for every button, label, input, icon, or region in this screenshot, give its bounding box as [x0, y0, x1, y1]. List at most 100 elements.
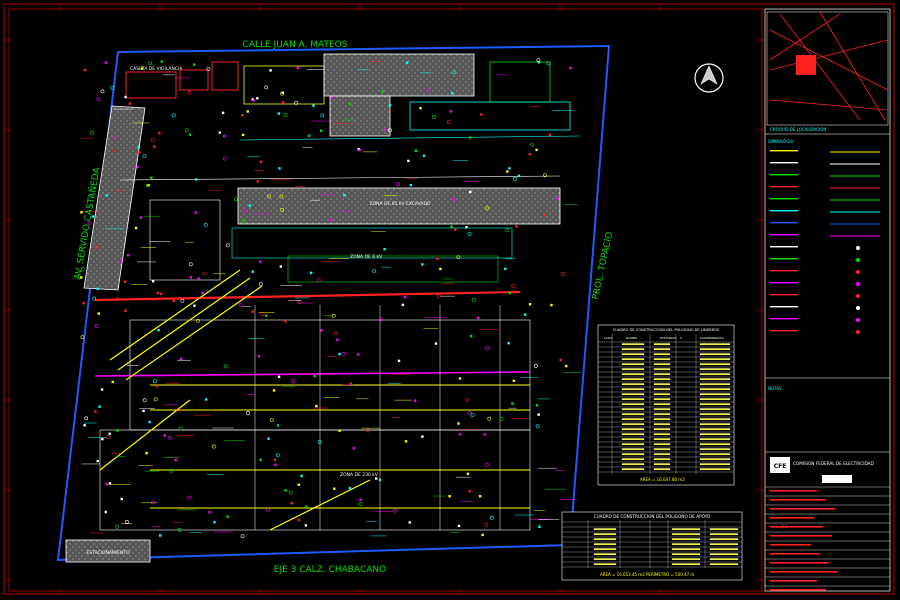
equipment-mark [158, 534, 162, 537]
equipment-mark [241, 133, 245, 137]
equipment-mark [352, 447, 356, 450]
equipment-mark [565, 364, 568, 368]
equipment-mark [450, 92, 454, 95]
equipment-mark [436, 257, 439, 260]
equipment-mark [233, 197, 238, 202]
equipment-mark [504, 267, 507, 271]
equipment-mark [157, 328, 160, 332]
equipment-mark [116, 429, 119, 432]
equipment-mark [409, 183, 412, 187]
equipment-mark [98, 405, 101, 408]
titleblock-text-bar [770, 544, 811, 546]
equipment-mark [484, 522, 489, 527]
equipment-mark [383, 128, 386, 131]
equipment-mark [193, 304, 196, 307]
equipment-mark [458, 433, 462, 436]
equipment-mark [124, 280, 127, 283]
equipment-mark [414, 149, 418, 153]
table-cell-bar [699, 353, 731, 356]
equipment-mark [258, 282, 263, 287]
equipment-mark [483, 433, 486, 436]
equipment-mark [223, 364, 228, 369]
equipment-mark [308, 134, 311, 137]
table-cell-bar [653, 413, 671, 416]
equipment-mark [449, 110, 453, 113]
legend-text-bar [770, 174, 798, 176]
equipment-mark [213, 521, 216, 524]
equipment-mark [333, 331, 338, 336]
table-cell-bar [709, 528, 739, 531]
equipment-mark [273, 458, 277, 461]
equipment-mark [189, 276, 193, 279]
equipment-mark [279, 265, 283, 268]
table-cell-bar [699, 413, 731, 416]
equipment-mark [82, 302, 85, 305]
table-cell-bar [699, 393, 731, 396]
equipment-mark [297, 483, 300, 486]
equipment-mark [358, 502, 363, 507]
equipment-mark [269, 418, 274, 423]
equipment-mark [319, 129, 323, 132]
equipment-mark [331, 313, 336, 318]
table-cell-bar [653, 353, 671, 356]
titleblock-text-bar [770, 490, 817, 492]
equipment-mark [83, 68, 87, 72]
north-arrow-icon [694, 63, 724, 93]
building-yard [243, 65, 325, 105]
table-cell-bar [621, 408, 645, 411]
equipment-mark [434, 342, 438, 345]
equipment-mark [156, 291, 160, 295]
table-linderos-header: DISTANCIA [660, 336, 677, 340]
legend-text-bar [770, 318, 798, 320]
equipment-mark [467, 232, 472, 237]
table-cell-bar [653, 343, 671, 346]
equipment-mark [264, 314, 268, 317]
equipment-mark [97, 312, 101, 315]
table-cell-bar [699, 468, 731, 471]
table-cell-bar [699, 363, 731, 366]
estacionamiento-label: ESTACIONAMIENTO [86, 550, 130, 556]
equipment-mark [304, 524, 308, 527]
equipment-mark [148, 420, 151, 424]
equipment-mark [333, 487, 336, 490]
table-cell-bar [671, 558, 701, 561]
table-cell-bar [621, 343, 645, 346]
equipment-mark [329, 218, 333, 222]
legend-symbol [856, 306, 860, 310]
equipment-mark [291, 379, 296, 384]
equipment-mark [316, 278, 321, 282]
equipment-mark [457, 422, 460, 425]
equipment-mark [448, 495, 451, 498]
equipment-mark [160, 60, 164, 63]
equipment-mark [403, 295, 407, 299]
table-cell-bar [653, 368, 671, 371]
equipment-mark [240, 534, 245, 539]
equipment-mark [276, 424, 280, 427]
equipment-mark [94, 323, 99, 328]
table-linderos: CUADRO DE CONSTRUCCION DEL POLIGONO DE L… [597, 324, 735, 486]
equipment-mark [378, 478, 382, 482]
table-linderos-header: COORDENADAS [700, 336, 724, 340]
equipment-mark [174, 458, 177, 462]
equipment-mark [139, 216, 143, 219]
table-cell-bar [699, 373, 731, 376]
table-cell-bar [653, 443, 671, 446]
main-building [323, 53, 475, 97]
table-cell-bar [671, 528, 701, 531]
table-cell-bar [621, 433, 645, 436]
table-cell-bar [621, 383, 645, 386]
equipment-mark [489, 515, 494, 520]
equipment-mark [187, 90, 192, 95]
equipment-mark [197, 277, 200, 280]
equipment-mark [290, 501, 293, 505]
table-cell-bar [699, 438, 731, 441]
equipment-mark [458, 377, 462, 380]
table-cell-bar [671, 543, 701, 546]
equipment-mark [305, 505, 308, 508]
equipment-mark [550, 303, 553, 307]
table-cell-bar [653, 428, 671, 431]
equipment-mark [225, 243, 230, 248]
legend-symbol [856, 294, 860, 298]
equipment-mark [381, 90, 384, 93]
equipment-mark [163, 434, 166, 437]
